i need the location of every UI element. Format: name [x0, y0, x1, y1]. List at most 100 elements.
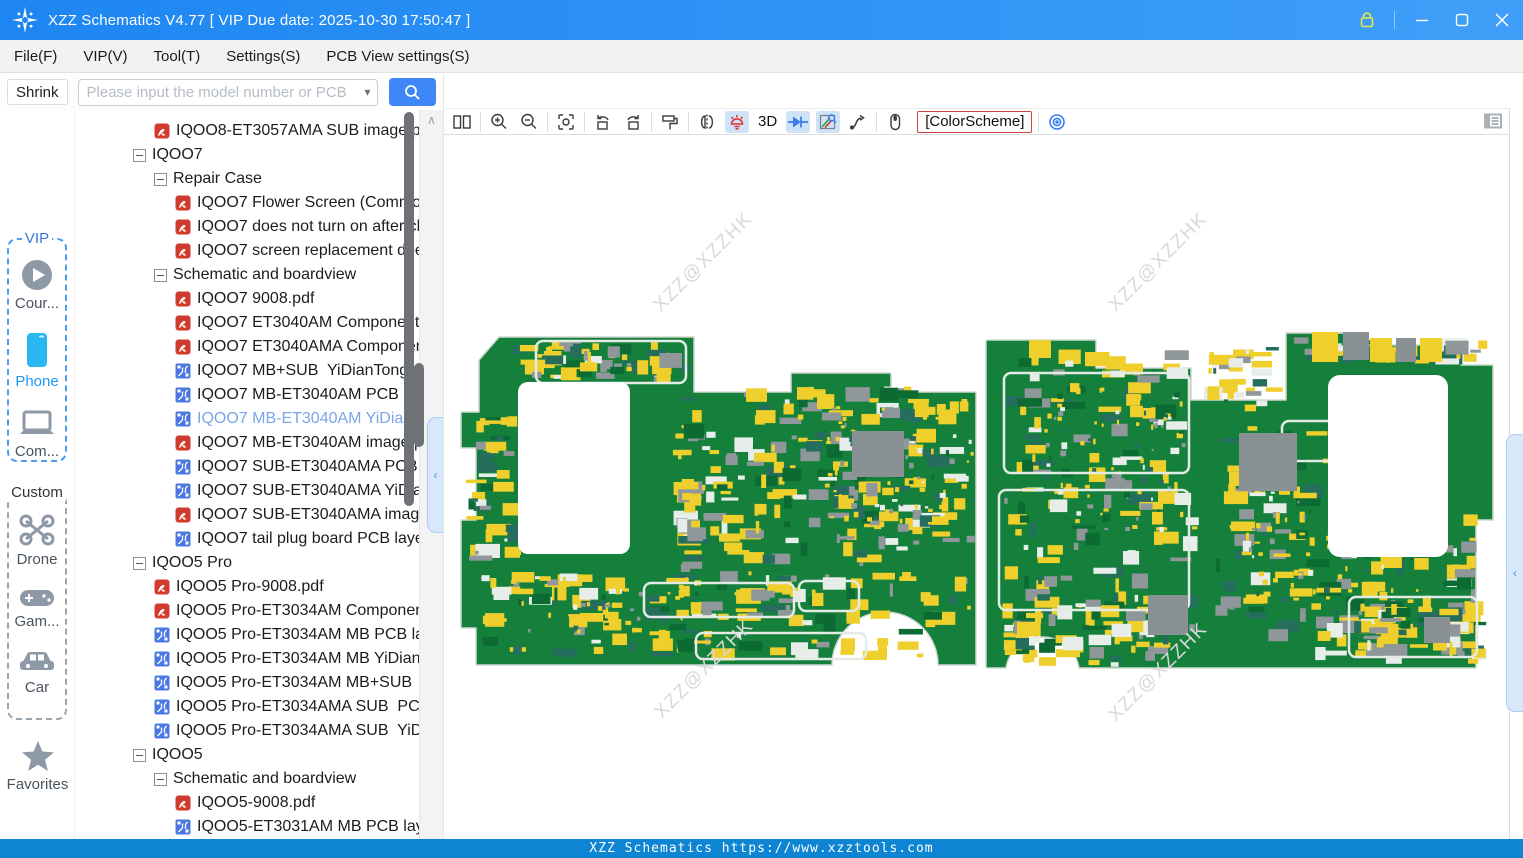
rail-label-phone: Phone — [15, 373, 59, 390]
collapse-expander-icon[interactable] — [154, 772, 167, 786]
lamp-icon[interactable] — [725, 110, 749, 133]
target-rings-icon[interactable] — [1045, 111, 1069, 133]
custom-group: Custom Drone Gam... Car — [7, 484, 67, 720]
rail-item-computer[interactable]: Com... — [15, 408, 59, 460]
tree-item-label: IQOO7 does not turn on after ch — [197, 218, 426, 235]
menu-vip[interactable]: VIP(V) — [83, 48, 127, 65]
search-input[interactable] — [84, 82, 361, 102]
shrink-button[interactable]: Shrink — [7, 79, 68, 105]
tree-file-row[interactable]: IQOO5 Pro-ET3034AM MB PCB lay — [75, 623, 443, 647]
collapse-expander-icon[interactable] — [154, 268, 167, 282]
maximize-button[interactable] — [1449, 7, 1475, 33]
watermark-text: XZZ@XZZHK — [1104, 208, 1211, 315]
pcb-file-icon — [154, 627, 170, 643]
pcb-file-icon — [175, 459, 191, 475]
drone-icon — [19, 514, 55, 546]
mirror-flip-icon[interactable] — [695, 111, 719, 133]
collapse-left-icon[interactable]: ‹ — [427, 417, 443, 533]
rotate-right-icon[interactable] — [621, 111, 645, 133]
rail-item-car[interactable]: Car — [17, 648, 57, 696]
tree-file-row[interactable]: IQOO5 Pro-9008.pdf — [75, 575, 443, 599]
inner-scrollbar-thumb[interactable] — [414, 363, 424, 447]
tree-folder-row[interactable]: Schematic and boardview — [75, 263, 443, 287]
tree-file-row[interactable]: IQOO5 Pro-ET3034AM MB YiDianT — [75, 647, 443, 671]
tree-file-row[interactable]: IQOO8-ET3057AMA SUB image.pd — [75, 119, 443, 143]
rail-item-favorites[interactable]: Favorites — [0, 740, 75, 793]
tree-file-row[interactable]: IQOO7 SUB-ET3040AMA image — [75, 503, 443, 527]
minimize-button[interactable] — [1409, 7, 1435, 33]
app-window: XZZ Schematics V4.77 [ VIP Due date: 202… — [0, 0, 1523, 858]
tree-folder-row[interactable]: Schematic and boardview — [75, 767, 443, 791]
tree-file-row[interactable]: IQOO5 Pro-ET3034AMA SUB YiDia — [75, 719, 443, 743]
collapse-right-icon[interactable]: ‹ — [1506, 434, 1523, 712]
menu-file[interactable]: File(F) — [14, 48, 57, 65]
tree-file-row[interactable]: IQOO7 MB-ET3040AM YiDianTo — [75, 407, 443, 431]
app-logo-icon — [11, 6, 39, 34]
tree-scrollbar-thumb[interactable] — [404, 112, 414, 506]
chevron-down-icon[interactable]: ▾ — [365, 85, 371, 99]
tree-folder-row[interactable]: IQOO5 Pro — [75, 551, 443, 575]
tree-file-row[interactable]: IQOO5 Pro-ET3034AM MB+SUB Y — [75, 671, 443, 695]
measure-icon[interactable] — [816, 110, 841, 133]
collapse-expander-icon[interactable] — [133, 148, 146, 162]
play-icon — [22, 260, 52, 290]
tree-item-label: IQOO7 MB-ET3040AM image.pc — [197, 434, 431, 451]
tree-file-row[interactable]: IQOO7 9008.pdf — [75, 287, 443, 311]
tree-file-row[interactable]: IQOO5-9008.pdf — [75, 791, 443, 815]
menu-pcb-view-settings[interactable]: PCB View settings(S) — [326, 48, 469, 65]
tree-file-row[interactable]: IQOO7 ET3040AM Component — [75, 311, 443, 335]
rail-label-drone: Drone — [16, 551, 58, 568]
collapse-expander-icon[interactable] — [133, 556, 146, 570]
tree-file-row[interactable]: IQOO7 MB+SUB YiDianTong.pc — [75, 359, 443, 383]
rail-item-drone[interactable]: Drone — [16, 512, 58, 568]
pcb-file-icon — [154, 651, 170, 667]
car-icon — [20, 652, 54, 670]
fit-screen-icon[interactable] — [554, 111, 578, 133]
tree-folder-row[interactable]: Repair Case — [75, 167, 443, 191]
tree-item-label: IQOO5 Pro-ET3034AM MB PCB lay — [176, 626, 433, 643]
toolbar-separator — [547, 111, 548, 132]
tree-item-label: Schematic and boardview — [173, 770, 357, 787]
collapse-expander-icon[interactable] — [154, 172, 167, 186]
split-view-icon[interactable] — [450, 111, 474, 133]
collapse-expander-icon[interactable] — [133, 748, 146, 762]
tree-file-row[interactable]: IQOO5-ET3031AM MB PCB laye — [75, 815, 443, 839]
tree-file-row[interactable]: IQOO7 tail plug board PCB laye — [75, 527, 443, 551]
tree-file-row[interactable]: IQOO7 MB-ET3040AM PCB laye — [75, 383, 443, 407]
tree-folder-row[interactable]: IQOO5 — [75, 743, 443, 767]
3d-view-button[interactable]: 3D — [755, 113, 780, 130]
rail-item-course[interactable]: Cour... — [15, 258, 59, 312]
colorscheme-button[interactable]: [ColorScheme] — [917, 110, 1033, 133]
rail-item-phone[interactable]: Phone — [15, 330, 59, 390]
tree-file-row[interactable]: IQOO7 MB-ET3040AM image.pc — [75, 431, 443, 455]
tree-file-row[interactable]: IQOO5 Pro-ET3034AMA SUB PCB — [75, 695, 443, 719]
menu-settings[interactable]: Settings(S) — [226, 48, 300, 65]
tree-file-row[interactable]: IQOO7 SUB-ET3040AMA PCB la — [75, 455, 443, 479]
rail-item-game[interactable]: Gam... — [14, 586, 60, 630]
rail-label-game: Gam... — [14, 613, 60, 630]
diode-icon[interactable] — [786, 110, 811, 133]
mouse-icon[interactable] — [883, 111, 907, 133]
pcb-canvas[interactable]: XZZ@XZZHK XZZ@XZZHK XZZ@XZZHK XZZ@XZZHK — [444, 135, 1509, 839]
tree-folder-row[interactable]: IQOO7 — [75, 143, 443, 167]
tree-file-row[interactable]: IQOO7 does not turn on after ch — [75, 215, 443, 239]
paint-roller-icon[interactable] — [658, 111, 682, 133]
curve-icon[interactable] — [846, 111, 870, 133]
search-button[interactable] — [388, 78, 436, 106]
scroll-up-icon[interactable]: ∧ — [423, 112, 440, 128]
menu-tool[interactable]: Tool(T) — [154, 48, 201, 65]
close-button[interactable] — [1489, 7, 1515, 33]
layer-panel-icon[interactable] — [1481, 110, 1505, 132]
rotate-left-icon[interactable] — [591, 111, 615, 133]
zoom-in-icon[interactable] — [487, 111, 511, 133]
tree-file-row[interactable]: IQOO5 Pro-ET3034AM Component — [75, 599, 443, 623]
star-icon — [21, 741, 54, 771]
tree-file-row[interactable]: IQOO7 SUB-ET3040AMA YiDian — [75, 479, 443, 503]
vip-bag-icon[interactable] — [1354, 7, 1380, 33]
zoom-out-icon[interactable] — [517, 111, 541, 133]
title-bar: XZZ Schematics V4.77 [ VIP Due date: 202… — [0, 0, 1523, 40]
tree-file-row[interactable]: IQOO7 screen replacement doe — [75, 239, 443, 263]
tree-item-label: IQOO5 Pro-ET3034AMA SUB YiDia — [176, 722, 435, 739]
tree-file-row[interactable]: IQOO7 Flower Screen (Common — [75, 191, 443, 215]
tree-file-row[interactable]: IQOO7 ET3040AMA Componen — [75, 335, 443, 359]
